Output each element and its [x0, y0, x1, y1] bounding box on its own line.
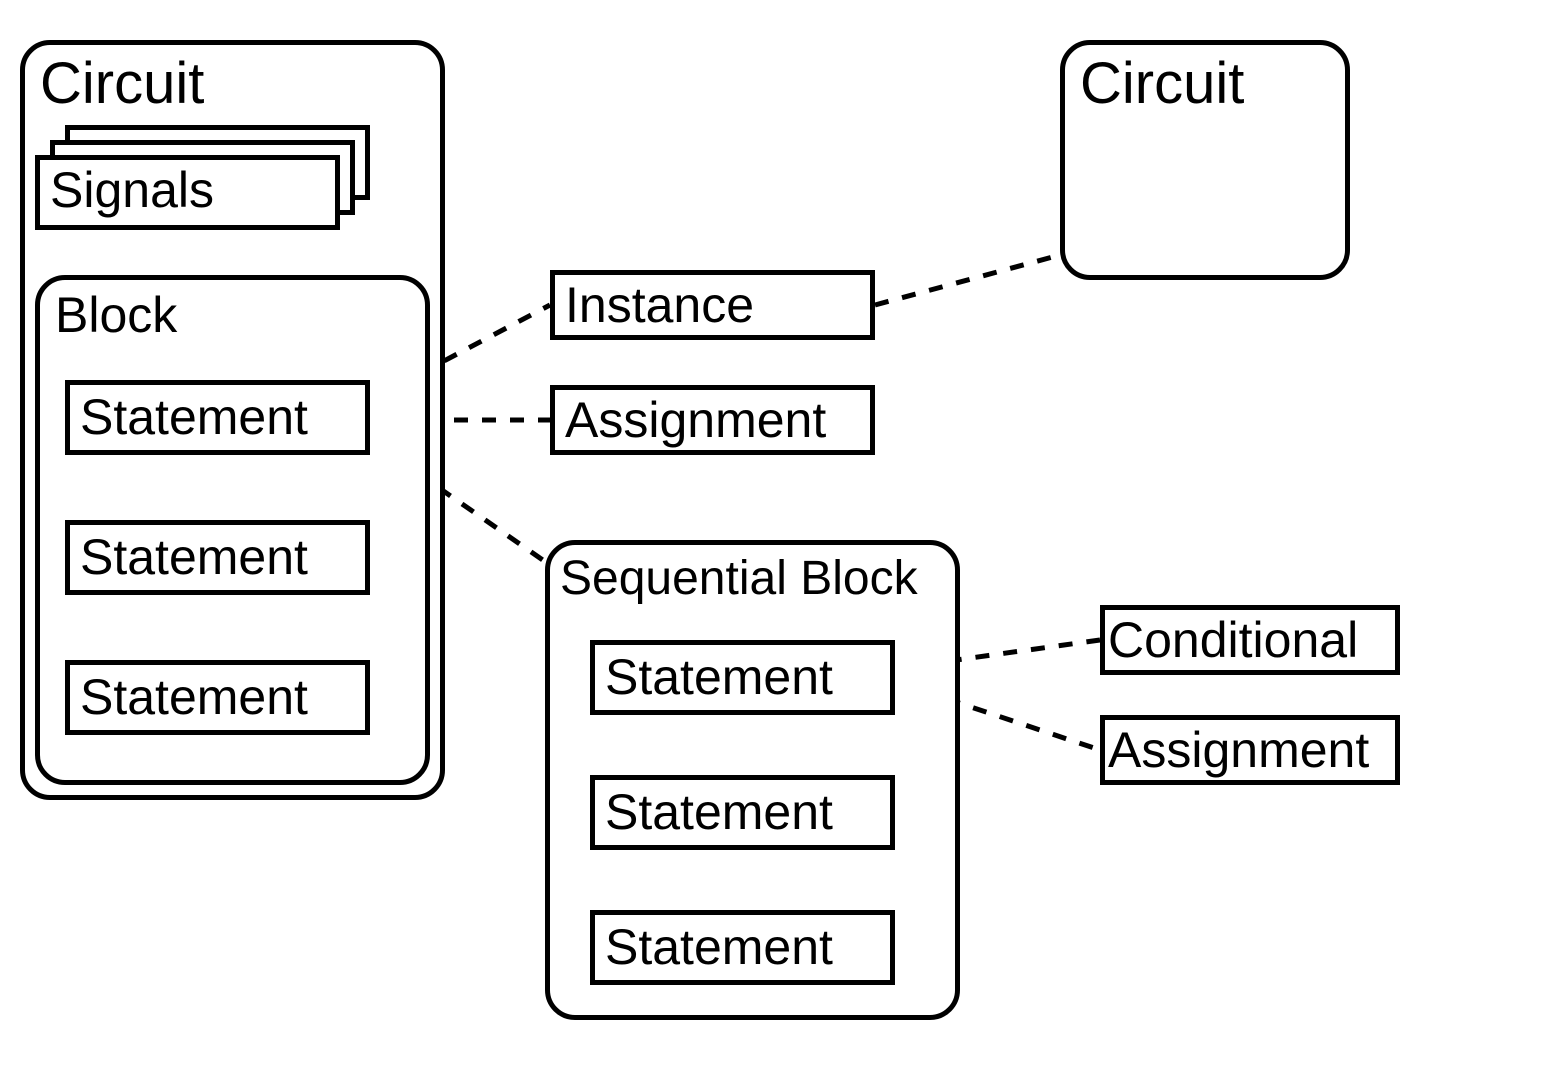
seq-stmt-3-label: Statement [605, 922, 833, 972]
signals-label: Signals [50, 165, 214, 215]
block-stmt-3-label: Statement [80, 672, 308, 722]
assignment-right-label: Assignment [1108, 725, 1369, 775]
block-stmt-1-label: Statement [80, 392, 308, 442]
seq-stmt-2-label: Statement [605, 787, 833, 837]
conditional-label: Conditional [1108, 615, 1358, 665]
seq-block-title: Sequential Block [560, 555, 918, 603]
circuit-right-title: Circuit [1080, 55, 1244, 113]
circuit-left-title: Circuit [40, 55, 204, 113]
diagram-canvas: Circuit Signals Block Statement Statemen… [0, 0, 1563, 1087]
instance-label: Instance [565, 280, 754, 330]
block-title: Block [55, 290, 177, 340]
assignment-top-label: Assignment [565, 395, 826, 445]
seq-stmt-1-label: Statement [605, 652, 833, 702]
block-stmt-2-label: Statement [80, 532, 308, 582]
